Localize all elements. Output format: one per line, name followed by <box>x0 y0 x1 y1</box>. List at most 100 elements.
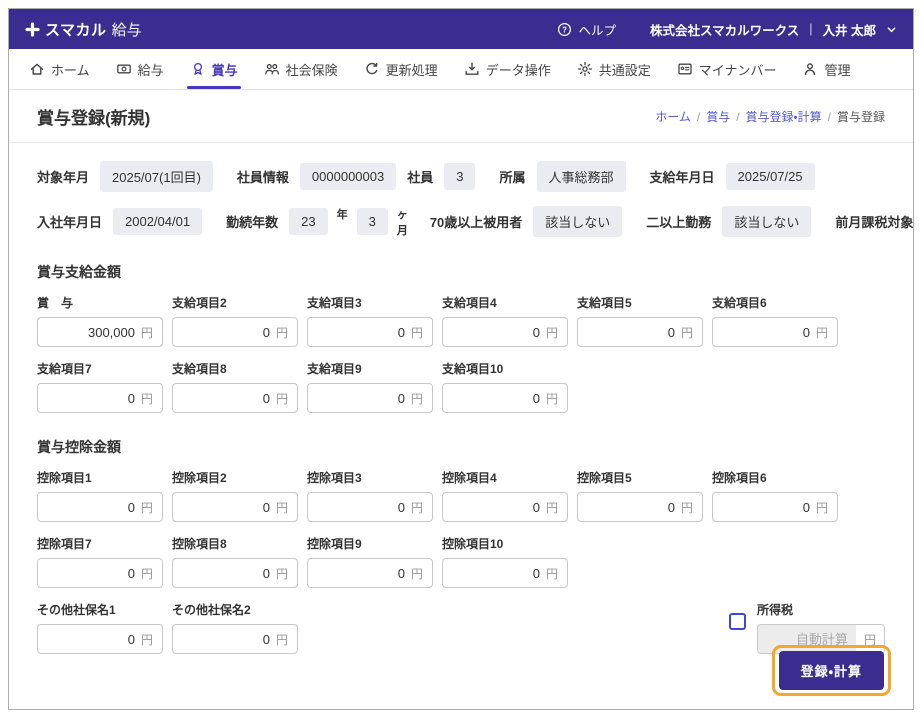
nav-common-settings[interactable]: 共通設定 <box>577 49 651 89</box>
nav-social-insurance[interactable]: 社会保険 <box>264 49 338 89</box>
amount-input[interactable] <box>182 631 276 647</box>
amount-input[interactable] <box>182 499 276 515</box>
income-tax-auto-checkbox[interactable] <box>729 613 746 630</box>
amount-input-box: 円 <box>577 317 703 347</box>
amount-input[interactable] <box>452 565 546 581</box>
register-calculate-button[interactable]: 登録・計算 <box>778 651 884 690</box>
amount-input[interactable] <box>317 565 411 581</box>
amount-input[interactable] <box>452 390 546 406</box>
amount-input-box: 円 <box>37 492 163 522</box>
pay-section: 賞与支給金額 賞 与 円 支給項目2 <box>9 262 913 413</box>
department-value: 人事総務部 <box>536 161 626 192</box>
home-icon <box>30 63 44 75</box>
company-name: 株式会社スマカルワークス <box>650 23 800 38</box>
amount-input-box: 円 <box>307 317 433 347</box>
amount-field: 控除項目1 円 <box>37 469 163 522</box>
employee-info: 対象年月 2025/07(1回目) 社員情報 0000000003 社員 3 所… <box>9 143 913 238</box>
settings-gear-icon <box>577 61 592 77</box>
field-label: 控除項目1 <box>37 471 92 485</box>
pay-row-1: 賞 与 円 支給項目2 円 <box>37 294 885 347</box>
chevron-down-icon <box>887 26 896 32</box>
breadcrumb-bonus[interactable]: 賞与 <box>706 108 730 125</box>
yen-unit-label: 円 <box>275 500 288 515</box>
nav-data-operations[interactable]: データ操作 <box>464 49 551 89</box>
amount-input-box: 円 <box>442 492 568 522</box>
amount-input[interactable] <box>722 324 816 340</box>
nav-home[interactable]: ホーム <box>29 49 90 89</box>
amount-input[interactable] <box>182 390 276 406</box>
yen-unit-label: 円 <box>545 500 558 515</box>
breadcrumb-bonus-register-calc[interactable]: 賞与登録・計算 <box>746 108 822 125</box>
amount-input[interactable] <box>317 324 411 340</box>
service-months-unit: ヶ月 <box>396 209 408 237</box>
amount-input[interactable] <box>47 390 141 406</box>
yen-unit-label: 円 <box>410 566 423 581</box>
amount-input-box: 円 <box>577 492 703 522</box>
yen-unit-label: 円 <box>410 500 423 515</box>
amount-input-box: 円 <box>172 317 298 347</box>
amount-field: 控除項目8 円 <box>172 535 298 588</box>
amount-input-box: 円 <box>37 558 163 588</box>
field-label: 支給項目5 <box>577 296 632 310</box>
amount-field: 控除項目9 円 <box>307 535 433 588</box>
amount-input[interactable] <box>587 324 681 340</box>
nav-label: 共通設定 <box>598 62 651 78</box>
field-label: 控除項目8 <box>172 537 227 551</box>
pay-section-title: 賞与支給金額 <box>37 264 121 280</box>
amount-input-box: 円 <box>307 558 433 588</box>
field-label: 控除項目9 <box>307 537 362 551</box>
deduct-row-2: 控除項目7 円 控除項目8 円 <box>37 535 885 588</box>
yen-unit-label: 円 <box>140 500 153 515</box>
amount-input-box: 円 <box>442 317 568 347</box>
field-label: 支給項目10 <box>442 362 504 376</box>
employee-label: 社員 <box>407 170 434 185</box>
nav-mynumber[interactable]: マイナンバー <box>677 49 776 89</box>
account-separator: | <box>809 22 813 36</box>
breadcrumb-separator: / <box>736 109 740 124</box>
amount-input[interactable] <box>452 324 546 340</box>
pay-row-2: 支給項目7 円 支給項目8 円 <box>37 360 885 413</box>
yen-unit-label: 円 <box>545 566 558 581</box>
nav-admin[interactable]: 管理 <box>802 49 850 89</box>
amount-input[interactable] <box>47 324 141 340</box>
deduct-section-title: 賞与控除金額 <box>37 439 121 455</box>
breadcrumb-current: 賞与登録 <box>836 110 885 124</box>
app-window: スマカル 給与 ? ヘルプ 株式会社スマカルワークス | 入井 太郎 ホーム 給… <box>8 8 914 710</box>
amount-field: 賞 与 円 <box>37 294 163 347</box>
service-years-unit: 年 <box>336 209 348 221</box>
yen-unit-label: 円 <box>275 391 288 406</box>
amount-input[interactable] <box>47 631 141 647</box>
amount-field: 控除項目2 円 <box>172 469 298 522</box>
amount-field: 控除項目6 円 <box>712 469 838 522</box>
amount-input-box: 円 <box>307 383 433 413</box>
amount-input[interactable] <box>47 565 141 581</box>
amount-field: 支給項目3 円 <box>307 294 433 347</box>
target-month-value: 2025/07(1回目) <box>100 161 213 192</box>
amount-input[interactable] <box>722 499 816 515</box>
service-years-label: 勤続年数 <box>226 214 279 230</box>
yen-unit-label: 円 <box>680 325 693 340</box>
amount-input[interactable] <box>317 390 411 406</box>
nav-bonus[interactable]: 賞与 <box>186 49 241 89</box>
field-label: 支給項目9 <box>307 362 362 376</box>
breadcrumb-home[interactable]: ホーム <box>655 108 691 125</box>
yen-unit-label: 円 <box>275 632 288 647</box>
help-link[interactable]: ? ヘルプ <box>557 20 616 39</box>
amount-input[interactable] <box>317 499 411 515</box>
amount-input-box: 円 <box>172 383 298 413</box>
bonus-icon <box>193 62 202 75</box>
nav-salary[interactable]: 給与 <box>116 49 164 89</box>
amount-field: 控除項目7 円 <box>37 535 163 588</box>
amount-input[interactable] <box>182 324 276 340</box>
amount-input-box: 円 <box>172 558 298 588</box>
account-menu[interactable]: 株式会社スマカルワークス | 入井 太郎 <box>650 20 897 39</box>
amount-input[interactable] <box>47 499 141 515</box>
amount-input[interactable] <box>182 565 276 581</box>
amount-input[interactable] <box>587 499 681 515</box>
admin-person-icon <box>805 63 816 76</box>
amount-input-box: 円 <box>172 624 298 654</box>
amount-input[interactable] <box>452 499 546 515</box>
nav-update-process[interactable]: 更新処理 <box>364 49 438 89</box>
nav-label: 賞与 <box>211 62 238 78</box>
amount-field: 支給項目8 円 <box>172 360 298 413</box>
